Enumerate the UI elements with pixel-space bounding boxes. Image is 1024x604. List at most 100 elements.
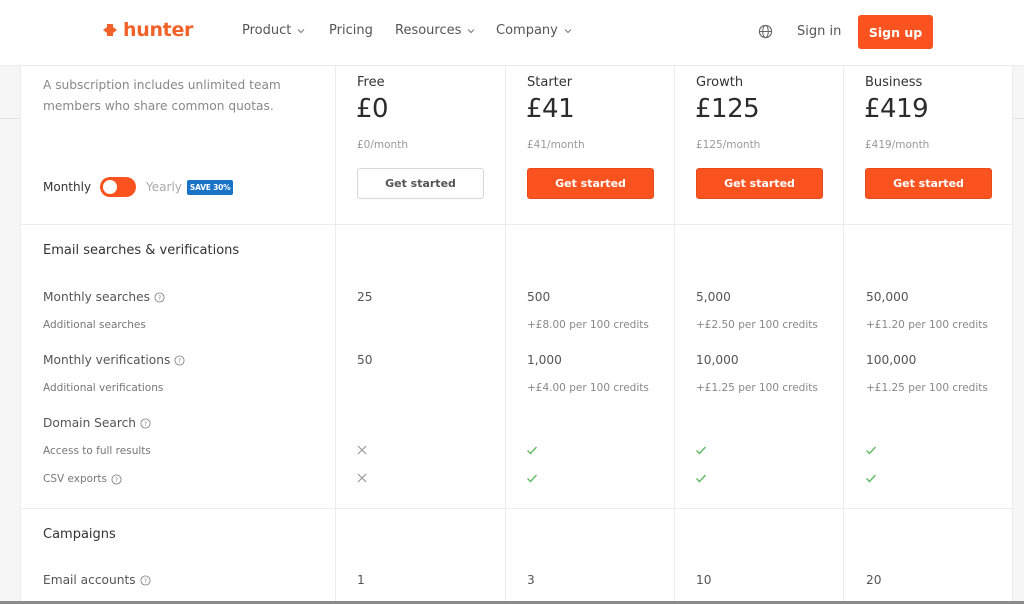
svg-text:?: ? [115,475,118,483]
hunter-logo-icon [102,23,118,37]
plan-price: £419 [864,94,929,124]
row-divider [21,508,1012,509]
plan-name: Starter [527,75,573,90]
plan-per-month: £41/month [527,139,585,151]
save-badge: SAVE 30% [186,179,234,195]
cell-value: 25 [357,290,373,304]
check-icon [866,474,876,483]
plan-per-month: £0/month [357,139,408,151]
row-label-csv-exports: CSV exports ? [43,473,122,485]
check-icon [696,474,706,483]
row-divider [21,224,1012,225]
plan-per-month: £125/month [696,139,761,151]
row-label-access-full-results: Access to full results [43,445,151,457]
section-title-email: Email searches & verifications [43,243,240,258]
help-icon[interactable]: ? [174,354,185,366]
cell-subvalue: +£1.20 per 100 credits [866,319,988,331]
nav-product-label: Product [242,23,292,38]
check-icon [527,446,537,455]
cell-subvalue: +£1.25 per 100 credits [696,382,818,394]
yearly-label[interactable]: Yearly [146,180,182,194]
plan-starter: Starter £41 £41/month Get started [506,66,675,224]
svg-text:?: ? [178,356,181,364]
cell-subvalue: +£2.50 per 100 credits [696,319,818,331]
help-icon[interactable]: ? [154,291,165,303]
chevron-down-icon [468,28,475,33]
help-icon[interactable]: ? [111,473,122,485]
globe-icon[interactable] [758,24,773,39]
plan-name: Business [865,75,923,90]
row-label-monthly-searches: Monthly searches ? [43,290,165,304]
plan-business: Business £419 £419/month Get started [844,66,1013,224]
cell-value: 5,000 [696,290,731,304]
plan-price: £41 [526,94,575,124]
plan-growth: Growth £125 £125/month Get started [675,66,844,224]
nav-resources-label: Resources [395,23,462,38]
cell-value: 1 [357,573,365,587]
chevron-down-icon [564,28,572,33]
brand-name: hunter [123,19,194,41]
cell-value: 1,000 [527,353,562,367]
svg-text:?: ? [144,419,147,427]
nav-company-label: Company [496,23,558,38]
cell-value: 10,000 [696,353,739,367]
nav-product[interactable]: Product [242,23,305,38]
row-label-text: Monthly verifications [43,353,171,367]
row-label-domain-search: Domain Search ? [43,416,151,430]
billing-toggle-switch[interactable] [100,177,137,197]
svg-text:?: ? [158,293,161,301]
row-label-text: Monthly searches [43,290,151,304]
section-title-campaigns: Campaigns [43,527,116,542]
get-started-button-business[interactable]: Get started [865,168,992,199]
row-label-text: Additional searches [43,319,146,331]
nav-pricing-label: Pricing [329,23,373,38]
row-label-text: Email accounts [43,573,136,587]
plan-name: Free [357,75,385,90]
nav-resources[interactable]: Resources [395,23,475,38]
intro-text: A subscription includes unlimited team m… [43,78,281,113]
help-icon[interactable]: ? [140,417,151,429]
top-navbar: hunter Product Pricing Resources Company… [0,0,1024,66]
cell-value: 10 [696,573,712,587]
brand-logo[interactable]: hunter [102,19,193,41]
get-started-button-free[interactable]: Get started [357,168,484,199]
plan-price: £125 [695,94,760,124]
plan-price: £0 [356,94,389,124]
nav-company[interactable]: Company [496,23,572,38]
cell-subvalue: +£4.00 per 100 credits [527,382,649,394]
pricing-table: A subscription includes unlimited team m… [20,66,1013,604]
cell-subvalue: +£1.25 per 100 credits [866,382,988,394]
row-label-text: Access to full results [43,445,151,457]
plan-free: Free £0 £0/month Get started [336,66,505,224]
sign-in-link[interactable]: Sign in [797,24,841,39]
cell-value: 3 [527,573,535,587]
cell-value: 20 [866,573,882,587]
check-icon [696,446,706,455]
monthly-label[interactable]: Monthly [43,180,91,194]
help-icon[interactable]: ? [140,574,151,586]
cell-value: 500 [527,290,551,304]
get-started-button-growth[interactable]: Get started [696,168,823,199]
billing-toggle-row: Monthly Yearly SAVE 30% [43,177,234,197]
row-label-email-accounts: Email accounts ? [43,573,151,587]
cell-value: 50,000 [866,290,909,304]
cross-icon [357,473,367,483]
cross-icon [357,445,367,455]
row-label-additional-verifications: Additional verifications [43,382,163,394]
cell-value: 100,000 [866,353,917,367]
row-label-additional-searches: Additional searches [43,319,146,331]
svg-text:?: ? [143,576,146,584]
toggle-knob [103,180,118,194]
row-label-monthly-verifications: Monthly verifications ? [43,353,185,367]
plan-name: Growth [696,75,744,90]
chevron-down-icon [298,28,305,33]
cell-value: 50 [357,353,373,367]
row-label-text: Domain Search [43,416,137,430]
get-started-button-starter[interactable]: Get started [527,168,654,199]
sign-up-button[interactable]: Sign up [858,15,933,49]
row-label-text: CSV exports [43,473,107,485]
plan-per-month: £419/month [865,139,930,151]
nav-pricing[interactable]: Pricing [329,23,373,38]
check-icon [527,474,537,483]
row-label-text: Additional verifications [43,382,164,394]
